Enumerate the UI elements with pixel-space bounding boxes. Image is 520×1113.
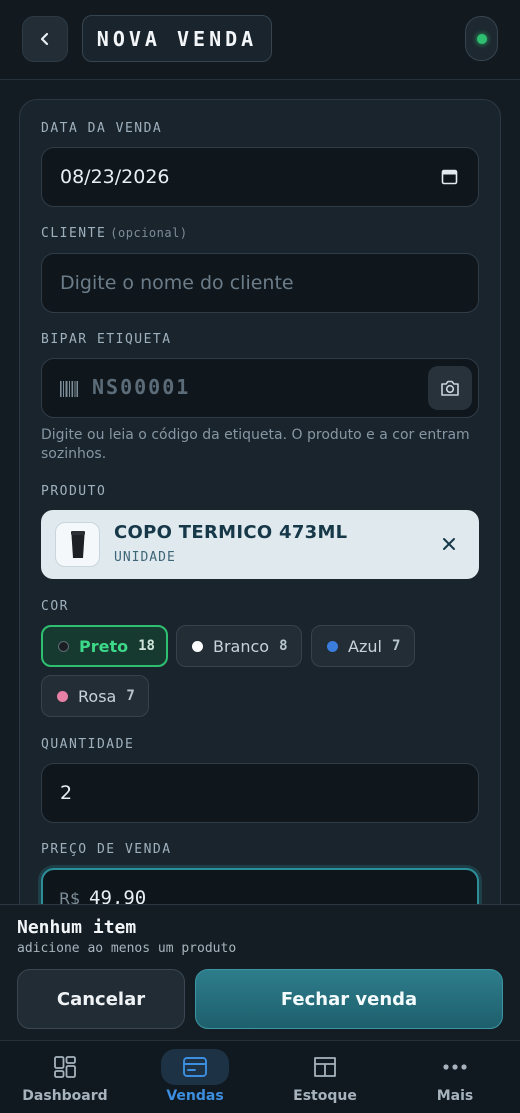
dashboard-icon <box>54 1056 76 1078</box>
back-button[interactable] <box>22 16 68 62</box>
date-value: 08/23/2026 <box>60 166 170 188</box>
nav-item-vendas[interactable]: Vendas <box>130 1041 260 1113</box>
product-thumbnail <box>55 522 100 567</box>
scan-label: BIPAR ETIQUETA <box>41 332 172 347</box>
selected-product: COPO TERMICO 473ML UNIDADE <box>41 510 479 579</box>
chevron-left-icon <box>40 32 49 46</box>
color-chip-preto[interactable]: Preto 18 <box>41 625 168 667</box>
nav-label-mais: Mais <box>436 1088 474 1104</box>
color-chip-rosa[interactable]: Rosa 7 <box>41 675 149 717</box>
product-name: COPO TERMICO 473ML <box>114 522 348 543</box>
client-label: CLIENTE (opcional) <box>41 226 188 241</box>
status-indicator <box>465 16 498 61</box>
client-optional-tag: (opcional) <box>110 226 188 240</box>
nav-label-dashboard: Dashboard <box>22 1088 108 1104</box>
product-unit: UNIDADE <box>114 550 176 565</box>
tag-scan-input[interactable]: NS00001 <box>41 358 479 418</box>
date-label: DATA DA VENDA <box>41 121 163 136</box>
sale-summary-bar: Nenhum item adicione ao menos um produto… <box>0 904 520 1040</box>
cancel-button[interactable]: Cancelar <box>17 969 185 1029</box>
quantity-input[interactable]: 2 <box>41 763 479 823</box>
status-dot-icon <box>476 33 487 44</box>
page-title: NOVA VENDA <box>82 15 272 62</box>
close-icon <box>443 538 455 550</box>
box-icon <box>314 1057 336 1077</box>
color-swatch-icon <box>58 640 69 652</box>
camera-scan-button[interactable] <box>428 366 472 410</box>
card-icon <box>183 1057 207 1077</box>
app-header: NOVA VENDA <box>0 0 520 80</box>
color-chip-branco[interactable]: Branco 8 <box>176 625 302 667</box>
price-label: PREÇO DE VENDA <box>41 842 172 857</box>
color-swatch-icon <box>192 640 203 652</box>
summary-subtitle: adicione ao menos um produto <box>17 941 237 956</box>
nav-label-vendas: Vendas <box>166 1088 224 1104</box>
color-label: COR <box>41 599 69 614</box>
tumbler-icon <box>70 530 85 558</box>
calendar-icon[interactable] <box>441 168 458 185</box>
client-placeholder: Digite o nome do cliente <box>60 272 294 294</box>
quantity-value: 2 <box>60 782 73 804</box>
color-swatch-icon <box>57 690 68 702</box>
scan-placeholder: NS00001 <box>92 375 191 399</box>
summary-title: Nenhum item <box>17 917 137 938</box>
color-swatch-icon <box>327 640 338 652</box>
product-label: PRODUTO <box>41 484 107 499</box>
date-field[interactable]: 08/23/2026 <box>41 147 479 207</box>
remove-product-button[interactable] <box>437 532 461 556</box>
scan-hint: Digite ou leia o código da etiqueta. O p… <box>41 427 470 462</box>
nav-label-estoque: Estoque <box>293 1088 357 1104</box>
color-chip-azul[interactable]: Azul 7 <box>311 625 415 667</box>
nav-item-estoque[interactable]: Estoque <box>260 1041 390 1113</box>
nav-item-dashboard[interactable]: Dashboard <box>0 1041 130 1113</box>
camera-icon <box>441 380 459 396</box>
more-icon <box>443 1064 467 1070</box>
close-sale-button[interactable]: Fechar venda <box>195 969 503 1029</box>
bottom-nav: Dashboard Vendas Estoque Mais <box>0 1040 520 1113</box>
barcode-icon <box>60 381 78 397</box>
client-input[interactable]: Digite o nome do cliente <box>41 253 479 313</box>
quantity-label: QUANTIDADE <box>41 737 135 752</box>
nav-item-mais[interactable]: Mais <box>390 1041 520 1113</box>
